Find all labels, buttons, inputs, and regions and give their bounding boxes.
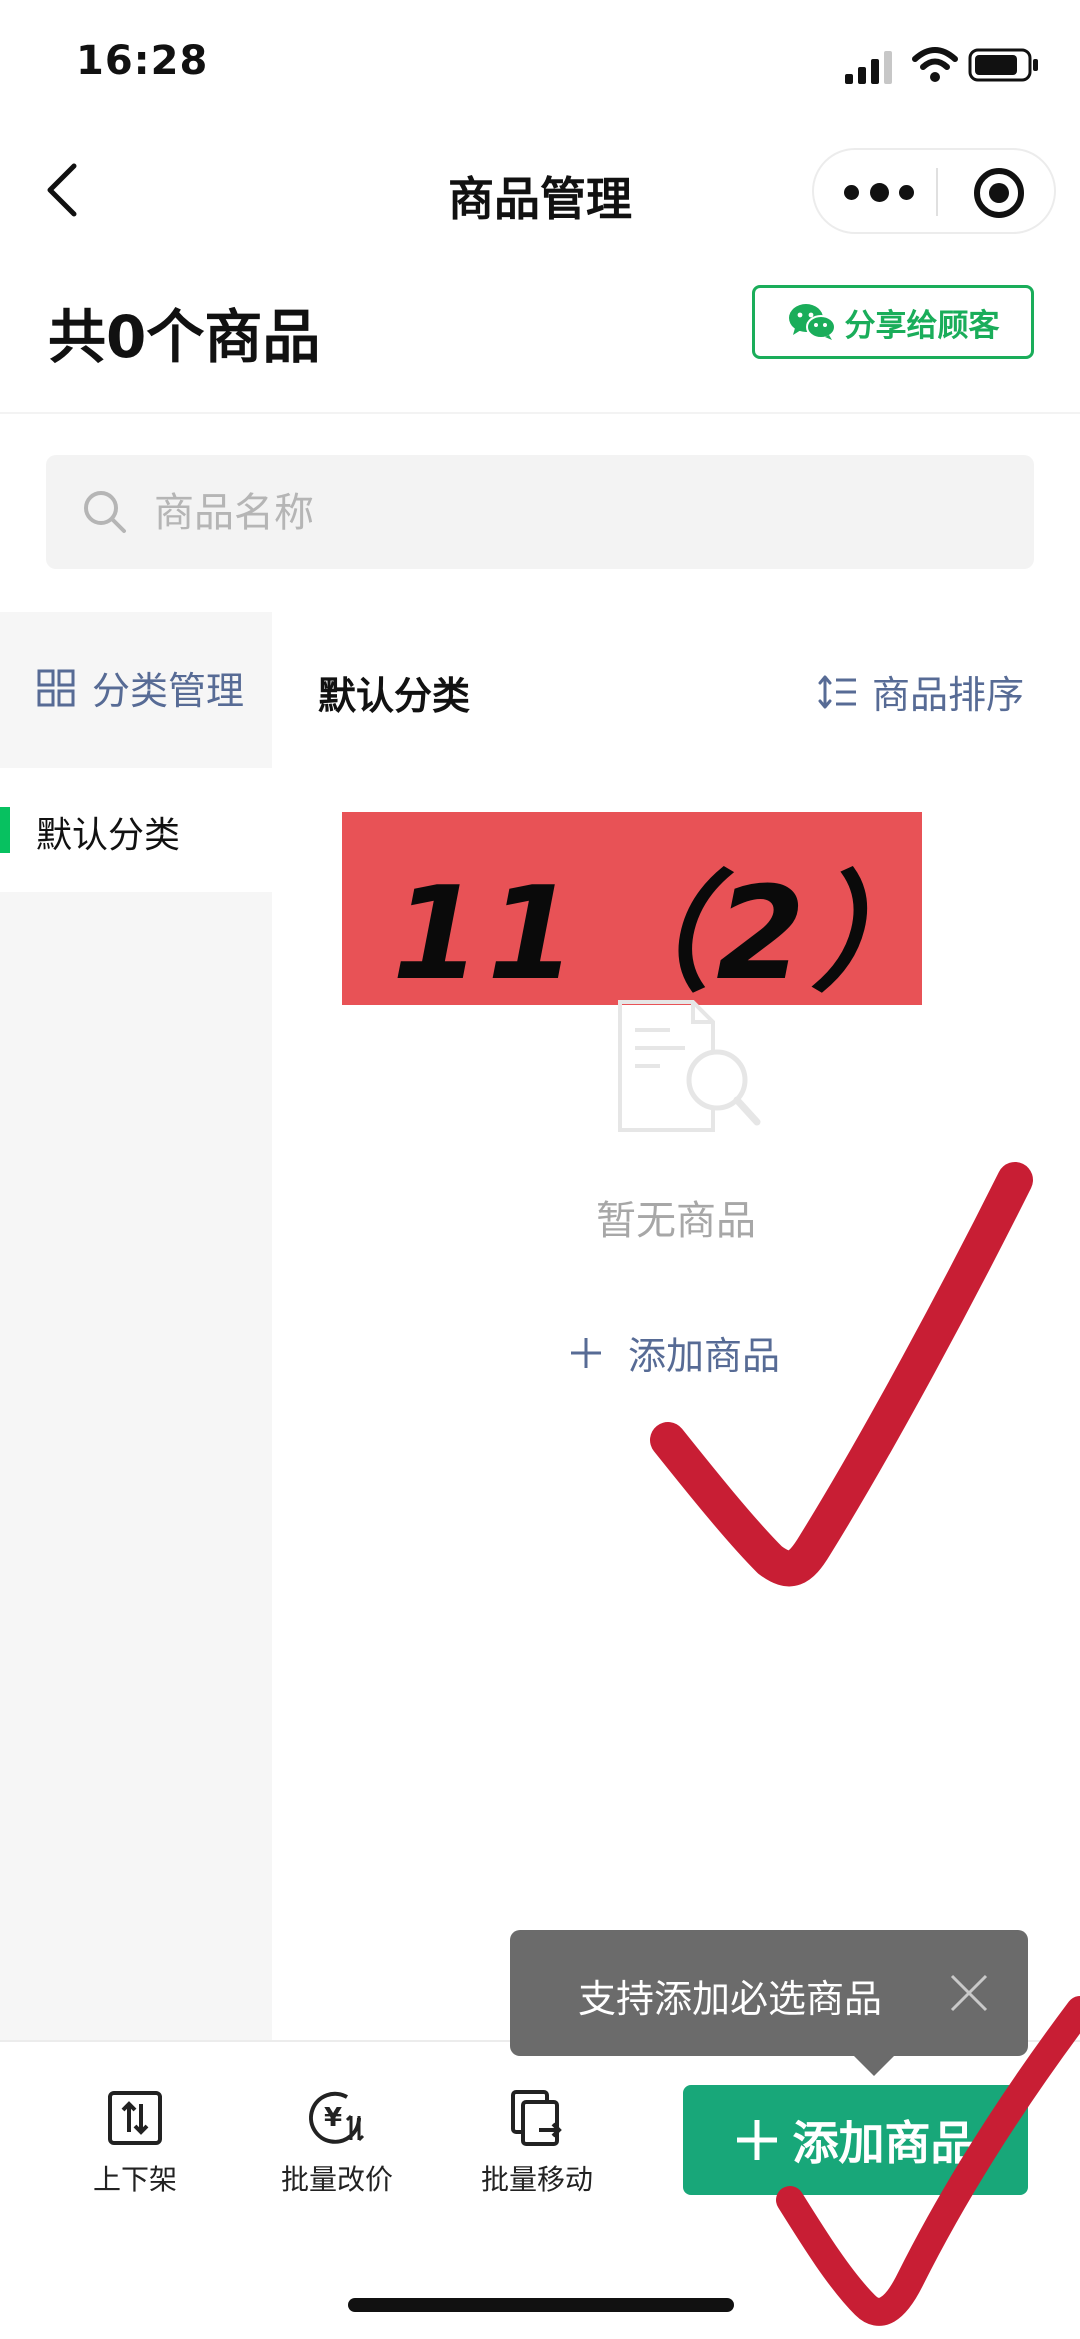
home-indicator <box>348 2298 734 2312</box>
empty-document-icon <box>618 1000 761 1132</box>
active-indicator <box>0 807 10 853</box>
shelf-toggle-button[interactable]: 上下架 <box>50 2088 220 2198</box>
tooltip-arrow <box>852 2054 896 2076</box>
close-icon[interactable] <box>944 1968 994 2018</box>
sort-icon <box>818 675 856 708</box>
close-miniprogram-icon[interactable] <box>974 168 1024 218</box>
empty-state-text: 暂无商品 <box>596 1198 756 1244</box>
batch-price-button[interactable]: ¥ 批量改价 <box>252 2088 422 2198</box>
capsule-divider <box>936 168 938 216</box>
sidebar-item-label: 默认分类 <box>36 815 181 856</box>
price-change-icon: ¥ <box>309 2091 365 2144</box>
category-manage-button[interactable]: 分类管理 <box>36 660 244 715</box>
plus-icon <box>736 2120 777 2160</box>
current-category-title: 默认分类 <box>318 674 471 718</box>
wifi-icon <box>912 47 958 82</box>
annotation-label-box: 11（2） <box>342 812 939 1009</box>
batch-move-label: 批量移动 <box>480 2163 593 2196</box>
grid-icon <box>37 669 75 706</box>
category-manage-label: 分类管理 <box>92 669 245 713</box>
share-button-label: 分享给顾客 <box>844 307 1000 344</box>
batch-move-button[interactable]: 批量移动 <box>452 2088 622 2198</box>
search-bar[interactable] <box>46 455 1034 571</box>
search-input[interactable] <box>152 455 1016 571</box>
shelf-toggle-label: 上下架 <box>92 2163 177 2196</box>
sort-label: 商品排序 <box>872 673 1025 717</box>
add-product-button-label: 添加商品 <box>792 2116 977 2170</box>
svg-text:¥: ¥ <box>324 2103 342 2133</box>
product-sort-button[interactable]: 商品排序 <box>818 664 1024 719</box>
add-product-link[interactable]: 添加商品 <box>568 1325 780 1380</box>
header-divider <box>0 412 1080 414</box>
shelf-icon <box>108 2091 162 2145</box>
annotation-label: 11（2） <box>392 860 946 1009</box>
tooltip: 支持添加必选商品 <box>510 1930 1028 2056</box>
status-time: 16:28 <box>76 38 209 84</box>
batch-price-label: 批量改价 <box>280 2163 393 2196</box>
signal-icon <box>845 51 892 84</box>
add-product-link-label: 添加商品 <box>628 1334 781 1378</box>
add-product-button[interactable]: 添加商品 <box>683 2085 1028 2195</box>
miniprogram-capsule <box>812 148 1056 234</box>
more-menu-icon[interactable] <box>844 178 914 206</box>
battery-icon <box>968 48 1038 82</box>
wechat-icon <box>788 304 836 340</box>
tooltip-text: 支持添加必选商品 <box>578 1977 883 2021</box>
share-to-customer-button[interactable]: 分享给顾客 <box>752 285 1034 359</box>
search-icon <box>84 491 126 533</box>
product-count-title: 共0个商品 <box>48 303 321 371</box>
plus-icon <box>571 1337 601 1368</box>
move-icon <box>511 2090 562 2146</box>
